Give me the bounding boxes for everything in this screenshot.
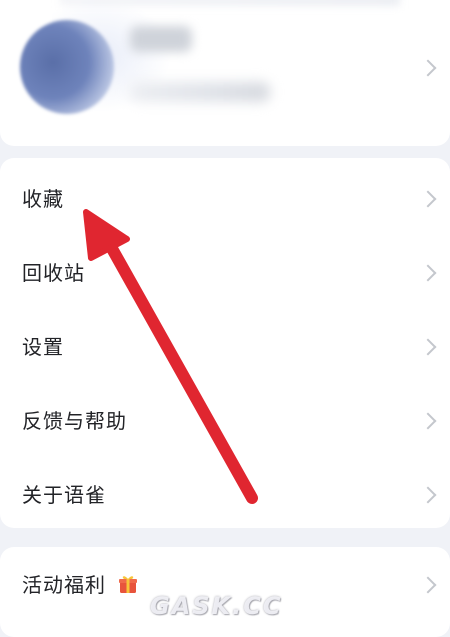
menu-item-settings[interactable]: 设置 — [0, 310, 450, 384]
menu-item-label: 关于语雀 — [22, 483, 106, 507]
profile-card[interactable] — [0, 0, 450, 146]
menu-item-label: 反馈与帮助 — [22, 409, 127, 433]
watermark: GASK.CC — [150, 592, 283, 620]
menu-item-recycle-bin[interactable]: 回收站 — [0, 236, 450, 310]
menu-item-about[interactable]: 关于语雀 — [0, 458, 450, 532]
chevron-right-icon — [419, 59, 437, 77]
chevron-right-icon — [419, 576, 437, 594]
menu-item-label: 回收站 — [22, 261, 85, 285]
gift-icon — [119, 576, 137, 593]
chevron-right-icon — [419, 486, 437, 504]
blurred-user-subtitle — [130, 82, 270, 102]
menu-list: 收藏 回收站 设置 反馈与帮助 关于语雀 — [0, 158, 450, 528]
blurred-username — [130, 26, 192, 52]
menu-item-label: 收藏 — [22, 187, 64, 211]
chevron-right-icon — [419, 190, 437, 208]
chevron-right-icon — [419, 338, 437, 356]
promo-label: 活动福利 — [22, 573, 106, 597]
chevron-right-icon — [419, 412, 437, 430]
chevron-right-icon — [419, 264, 437, 282]
menu-item-favorites[interactable]: 收藏 — [0, 162, 450, 236]
avatar[interactable] — [20, 20, 114, 114]
menu-item-feedback-help[interactable]: 反馈与帮助 — [0, 384, 450, 458]
menu-item-label: 设置 — [22, 335, 64, 359]
